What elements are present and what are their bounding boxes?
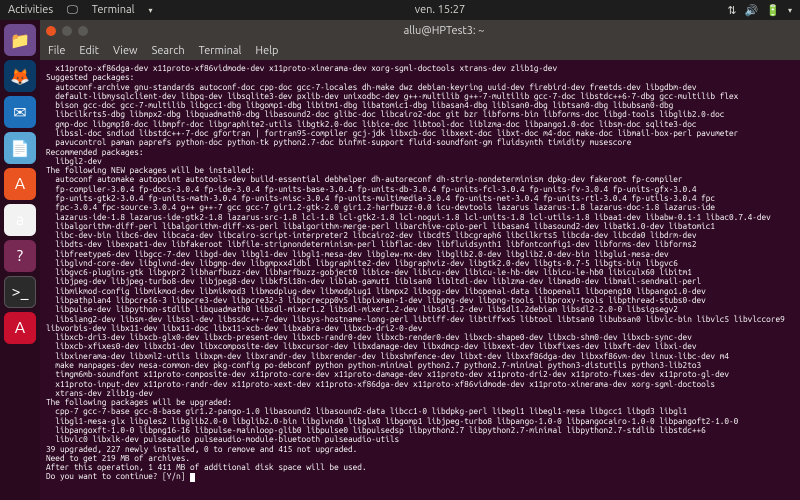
ubuntu-dock: 📁 🦊 ✉ 📄 A a ? >_ A xyxy=(0,20,40,500)
terminal-window: allu@HPTest3: ~ File Edit View Search Te… xyxy=(40,20,800,500)
menu-help[interactable]: Help xyxy=(255,45,278,57)
dock-amazon[interactable]: a xyxy=(4,204,36,236)
topbar-app-icon: 🖵 xyxy=(67,4,78,17)
network-icon: ⇅ xyxy=(727,4,736,17)
dock-help[interactable]: ? xyxy=(4,240,36,272)
activities-button[interactable]: Activities xyxy=(8,4,53,16)
dock-app-red[interactable]: A xyxy=(4,312,36,344)
menu-file[interactable]: File xyxy=(48,45,65,57)
menu-view[interactable]: View xyxy=(113,45,138,57)
window-title: allu@HPTest3: ~ xyxy=(94,25,794,37)
minimize-icon[interactable] xyxy=(62,26,72,36)
dock-thunderbird[interactable]: ✉ xyxy=(4,96,36,128)
status-menu-arrow: ▾ xyxy=(788,6,792,15)
terminal-cursor xyxy=(190,473,195,482)
terminal-output[interactable]: x11proto-xf86dga-dev x11proto-xf86vidmod… xyxy=(40,60,800,500)
battery-icon: 🔋 xyxy=(766,4,780,17)
menu-search[interactable]: Search xyxy=(152,45,185,57)
topbar-app-name[interactable]: Terminal xyxy=(92,4,135,16)
maximize-icon[interactable] xyxy=(78,26,88,36)
dock-firefox[interactable]: 🦊 xyxy=(4,60,36,92)
system-status-area[interactable]: ⇅ 🔊 🔋 ▾ xyxy=(727,4,792,17)
dock-software[interactable]: A xyxy=(4,168,36,200)
menu-edit[interactable]: Edit xyxy=(79,45,99,57)
dock-files[interactable]: 📁 xyxy=(4,24,36,56)
close-icon[interactable] xyxy=(46,26,56,36)
dock-terminal[interactable]: >_ xyxy=(4,276,36,308)
dock-document[interactable]: 📄 xyxy=(4,132,36,164)
gnome-topbar: Activities 🖵 Terminal ▾ ven. 15:27 ⇅ 🔊 🔋… xyxy=(0,0,800,20)
window-titlebar[interactable]: allu@HPTest3: ~ xyxy=(40,20,800,42)
clock[interactable]: ven. 15:27 xyxy=(153,4,728,16)
terminal-menubar: File Edit View Search Terminal Help xyxy=(40,42,800,60)
menu-terminal[interactable]: Terminal xyxy=(199,45,242,57)
volume-icon: 🔊 xyxy=(745,4,759,17)
